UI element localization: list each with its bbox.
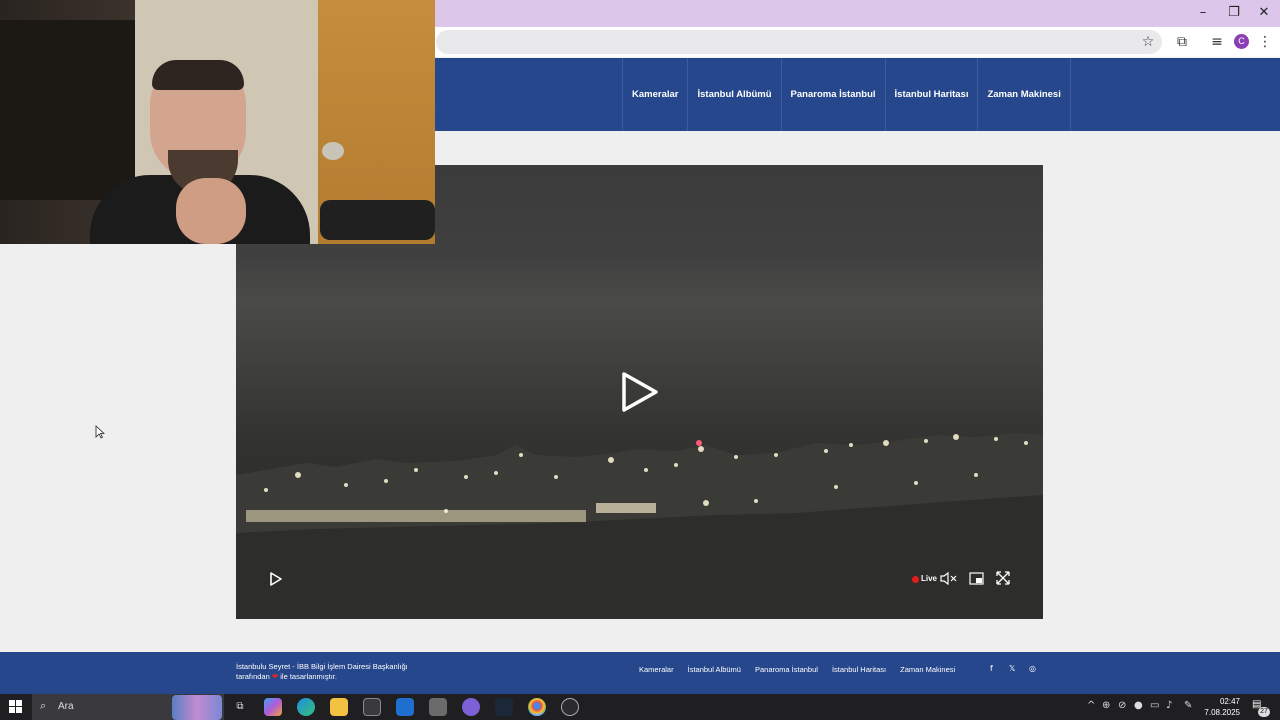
extensions-icon[interactable]: ⧉ <box>1171 31 1193 53</box>
taskbar-search-placeholder: Ara <box>58 701 74 712</box>
edge-icon[interactable] <box>297 698 315 716</box>
footer-credit-prefix: tarafından <box>236 671 270 681</box>
main-nav: Kameralar İstanbul Albümü Panaroma İstan… <box>622 58 1071 131</box>
windows-start-icon[interactable] <box>9 700 22 713</box>
obs-icon[interactable] <box>561 698 579 716</box>
photos-icon[interactable] <box>429 698 447 716</box>
mute-icon[interactable] <box>940 572 957 585</box>
tray-app-icon[interactable]: ⊕ <box>1102 700 1110 711</box>
nav-panaroma-istanbul[interactable]: Panaroma İstanbul <box>780 58 885 131</box>
footer-credit: İstanbulu Seyret - İBB Bilgi İşlem Daire… <box>236 662 408 681</box>
footer-link-panaroma-istanbul[interactable]: Panaroma İstanbul <box>755 665 818 674</box>
door-knob <box>322 142 344 160</box>
nav-zaman-makinesi[interactable]: Zaman Makinesi <box>977 58 1071 131</box>
volume-icon[interactable]: ♪ <box>1166 700 1172 711</box>
footer-link-kameralar[interactable]: Kameralar <box>639 665 674 674</box>
footer-credit-suffix: ile tasarlanmıştır. <box>280 671 337 681</box>
clock-time: 02:47 <box>1219 697 1240 706</box>
chrome-icon[interactable] <box>528 698 546 716</box>
footer-credit-line-1: İstanbulu Seyret - İBB Bilgi İşlem Daire… <box>236 662 408 671</box>
footer-link-istanbul-albumu[interactable]: İstanbul Albümü <box>688 665 741 674</box>
footer-link-istanbul-haritasi[interactable]: İstanbul Haritası <box>832 665 886 674</box>
notification-count-badge: 27 <box>1258 707 1270 717</box>
display-icon[interactable]: ▭ <box>1150 700 1159 711</box>
microphone-icon[interactable]: ● <box>1134 700 1143 711</box>
person-hair <box>152 60 244 90</box>
steam-icon[interactable] <box>495 698 513 716</box>
play-button-icon[interactable] <box>269 572 283 586</box>
picture-in-picture-icon[interactable] <box>969 572 984 585</box>
mouse-cursor-icon <box>95 425 105 439</box>
discord-icon[interactable] <box>462 698 480 716</box>
minimize-icon[interactable]: – <box>1190 4 1216 22</box>
task-view-icon[interactable]: ⧉ <box>231 698 249 716</box>
copilot-icon[interactable] <box>264 698 282 716</box>
close-icon[interactable]: ✕ <box>1251 4 1277 22</box>
bookshelf <box>0 20 140 200</box>
media-control-icon[interactable]: ≡ <box>1206 31 1228 53</box>
footer-nav: Kameralar İstanbul Albümü Panaroma İstan… <box>639 665 955 674</box>
clock-date: 7.08.2025 <box>1204 708 1240 717</box>
footer-credit-line-2: tarafından ❤ ile tasarlanmıştır. <box>236 672 408 682</box>
file-explorer-icon[interactable] <box>330 698 348 716</box>
microphone <box>320 200 435 240</box>
heart-icon: ❤ <box>271 671 279 681</box>
webcam-overlay <box>0 0 435 244</box>
live-indicator-dot <box>912 576 919 583</box>
fullscreen-icon[interactable] <box>996 571 1010 585</box>
restore-icon[interactable]: ❐ <box>1221 4 1247 22</box>
taskbar-clock[interactable]: 02:47 7.08.2025 <box>1200 696 1240 718</box>
menu-kebab-icon[interactable]: ⋮ <box>1254 31 1276 53</box>
live-label: Live <box>921 574 938 583</box>
address-bar[interactable] <box>436 30 1162 54</box>
nav-kameralar[interactable]: Kameralar <box>622 58 687 131</box>
tray-chevron-up-icon[interactable]: ^ <box>1087 700 1095 711</box>
bookmark-star-icon[interactable]: ☆ <box>1137 31 1159 53</box>
nav-istanbul-albumu[interactable]: İstanbul Albümü <box>687 58 780 131</box>
footer-link-zaman-makinesi[interactable]: Zaman Makinesi <box>900 665 955 674</box>
profile-avatar[interactable]: C <box>1234 34 1249 49</box>
person-hand <box>176 178 246 244</box>
facebook-icon[interactable]: f <box>990 664 993 673</box>
x-twitter-icon[interactable]: 𝕏 <box>1009 664 1015 673</box>
outlook-icon[interactable] <box>396 698 414 716</box>
nav-istanbul-haritasi[interactable]: İstanbul Haritası <box>884 58 978 131</box>
instagram-icon[interactable]: ◎ <box>1029 664 1036 673</box>
tray-network-off-icon[interactable]: ⊘ <box>1118 700 1126 711</box>
city-skyline-video-frame <box>236 433 1043 619</box>
search-highlight-image <box>172 695 222 720</box>
pen-icon[interactable]: ✎ <box>1184 700 1192 711</box>
microsoft-store-icon[interactable] <box>363 698 381 716</box>
play-overlay-icon[interactable] <box>620 371 660 413</box>
search-icon: ⌕ <box>40 699 47 712</box>
